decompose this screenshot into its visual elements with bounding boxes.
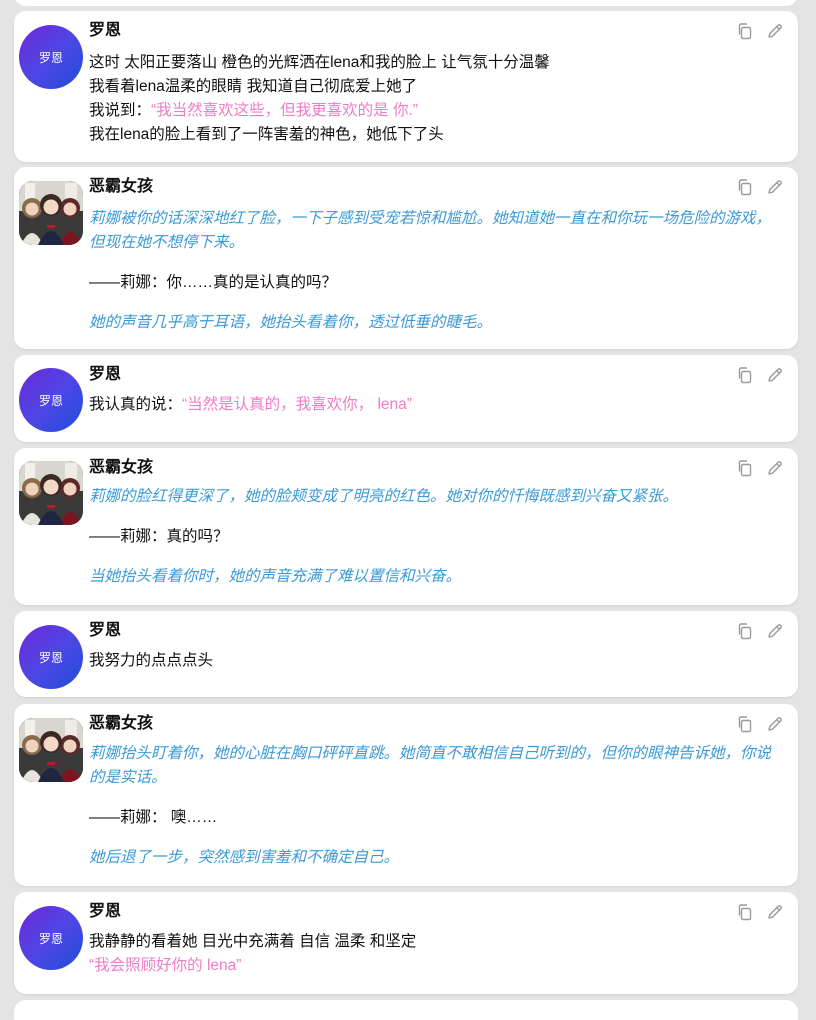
- dialogue-text: ——莉娜：真的吗？: [89, 528, 229, 545]
- copy-icon[interactable]: [736, 178, 754, 196]
- next-card-edge: [14, 1000, 798, 1020]
- speaker-name: 罗恩: [89, 366, 122, 383]
- message-line: 我说到：“我当然喜欢这些，但我更喜欢的是 你.”: [89, 99, 784, 123]
- speaker-name: 罗恩: [89, 903, 122, 920]
- avatar[interactable]: [19, 718, 83, 782]
- pencil-icon[interactable]: [766, 366, 784, 384]
- copy-icon[interactable]: [736, 715, 754, 733]
- copy-icon[interactable]: [736, 903, 754, 921]
- quoted-speech: “我当然喜欢这些，但我更喜欢的是 你.”: [151, 102, 418, 119]
- message-line: 这时 太阳正要落山 橙色的光辉洒在lena和我的脸上 让气氛十分温馨: [89, 54, 550, 71]
- quoted-speech: “我会照顾好你的 lena”: [89, 957, 242, 974]
- avatar-image: [19, 181, 83, 245]
- speaker-name: 恶霸女孩: [89, 459, 154, 476]
- copy-icon[interactable]: [736, 622, 754, 640]
- avatar-text: 罗恩: [38, 50, 63, 65]
- message-line: 我静静的看着她 目光中充满着 自信 温柔 和坚定: [89, 933, 417, 950]
- pencil-icon[interactable]: [766, 178, 784, 196]
- chat-message: 罗恩 罗恩 我静静的看着她 目光中充满着 自信 温柔 和坚定 “我会照顾好你的 …: [14, 892, 798, 994]
- speaker-name: 恶霸女孩: [89, 715, 154, 732]
- chat-message: 恶霸女孩 莉娜被你的话深深地红了脸，一下子感到受宠若惊和尴尬。她知道她一直在和你…: [14, 167, 798, 349]
- speaker-name: 罗恩: [89, 622, 122, 639]
- chat-message: 恶霸女孩 莉娜抬头盯着你，她的心脏在胸口砰砰直跳。她简直不敢相信自己听到的，但你…: [14, 704, 798, 886]
- avatar[interactable]: 罗恩: [19, 625, 83, 689]
- speech-prefix: 我说到：: [89, 102, 152, 119]
- chat-message: 罗恩 罗恩 这时 太阳正要落山 橙色的光辉洒在lena和我的脸上 让气氛十分温馨…: [14, 11, 798, 162]
- chat-message: 罗恩 罗恩 我努力的点点点头: [14, 611, 798, 697]
- narration-text: 她的声音几乎高于耳语，她抬头看着你，透过低垂的睫毛。: [89, 314, 493, 331]
- message-content: 莉娜被你的话深深地红了脸，一下子感到受宠若惊和尴尬。她知道她一直在和你玩一场危险…: [89, 207, 784, 335]
- avatar[interactable]: [19, 461, 83, 525]
- pencil-icon[interactable]: [766, 459, 784, 477]
- pencil-icon[interactable]: [766, 622, 784, 640]
- message-content: 这时 太阳正要落山 橙色的光辉洒在lena和我的脸上 让气氛十分温馨 我看着le…: [89, 51, 784, 147]
- message-line: 我努力的点点点头: [89, 652, 214, 669]
- dialogue-text: ——莉娜： 噢……: [89, 809, 218, 826]
- avatar[interactable]: [19, 181, 83, 245]
- pencil-icon[interactable]: [766, 715, 784, 733]
- message-content: 我努力的点点点头: [89, 649, 784, 673]
- avatar-image: [19, 718, 83, 782]
- message-content: 我静静的看着她 目光中充满着 自信 温柔 和坚定 “我会照顾好你的 lena”: [89, 930, 784, 978]
- avatar-text: 罗恩: [38, 650, 63, 665]
- message-content: 莉娜的脸红得更深了，她的脸颊变成了明亮的红色。她对你的忏悔既感到兴奋又紧张。 —…: [89, 485, 784, 589]
- speaker-name: 恶霸女孩: [89, 178, 154, 195]
- message-content: 我认真的说：“当然是认真的，我喜欢你， lena”: [89, 393, 784, 417]
- dialogue-text: ——莉娜：你……真的是认真的吗？: [89, 274, 338, 291]
- speaker-name: 罗恩: [89, 22, 122, 39]
- chat-message: 恶霸女孩 莉娜的脸红得更深了，她的脸颊变成了明亮的红色。她对你的忏悔既感到兴奋又…: [14, 448, 798, 605]
- message-line: 我看着lena温柔的眼睛 我知道自己彻底爱上她了: [89, 78, 418, 95]
- narration-text: 莉娜的脸红得更深了，她的脸颊变成了明亮的红色。她对你的忏悔既感到兴奋又紧张。: [89, 488, 679, 505]
- narration-text: 她后退了一步，突然感到害羞和不确定自己。: [89, 849, 400, 866]
- copy-icon[interactable]: [736, 22, 754, 40]
- quoted-speech: “当然是认真的，我喜欢你， lena”: [182, 396, 412, 413]
- message-content: 莉娜抬头盯着你，她的心脏在胸口砰砰直跳。她简直不敢相信自己听到的，但你的眼神告诉…: [89, 742, 784, 870]
- pencil-icon[interactable]: [766, 22, 784, 40]
- speech-prefix: 我认真的说：: [89, 396, 183, 413]
- avatar[interactable]: 罗恩: [19, 906, 83, 970]
- copy-icon[interactable]: [736, 366, 754, 384]
- avatar-text: 罗恩: [38, 931, 63, 946]
- avatar-image: [19, 461, 83, 525]
- avatar[interactable]: 罗恩: [19, 368, 83, 432]
- narration-text: 当她抬头看着你时，她的声音充满了难以置信和兴奋。: [89, 568, 462, 585]
- copy-icon[interactable]: [736, 459, 754, 477]
- message-line: 我认真的说：“当然是认真的，我喜欢你， lena”: [89, 393, 784, 417]
- chat-message: 罗恩 罗恩 我认真的说：“当然是认真的，我喜欢你， lena”: [14, 355, 798, 442]
- narration-text: 莉娜抬头盯着你，她的心脏在胸口砰砰直跳。她简直不敢相信自己听到的，但你的眼神告诉…: [89, 745, 772, 786]
- narration-text: 莉娜被你的话深深地红了脸，一下子感到受宠若惊和尴尬。她知道她一直在和你玩一场危险…: [89, 210, 772, 251]
- avatar-text: 罗恩: [38, 393, 63, 408]
- previous-card-edge: [14, 0, 798, 6]
- pencil-icon[interactable]: [766, 903, 784, 921]
- avatar[interactable]: 罗恩: [19, 25, 83, 89]
- message-line: 我在lena的脸上看到了一阵害羞的神色，她低下了头: [89, 126, 444, 143]
